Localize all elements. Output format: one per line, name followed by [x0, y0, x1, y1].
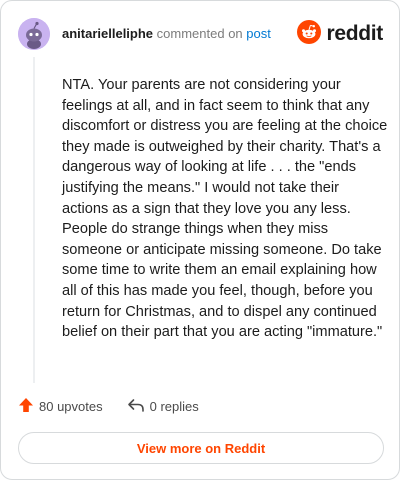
reddit-logo-icon	[297, 19, 322, 49]
comment-header: anitarielleliphe commented on post reddi…	[18, 17, 383, 51]
username-link[interactable]: anitarielleliphe	[62, 26, 153, 41]
thread-line	[33, 57, 35, 383]
comment-actions: 80 upvotes 0 replies	[18, 397, 199, 416]
commented-on-text: commented on	[156, 26, 243, 41]
comment-body: NTA. Your parents are not considering yo…	[62, 77, 388, 341]
reply-button[interactable]: 0 replies	[127, 397, 199, 416]
comment-embed-card: anitarielleliphe commented on post reddi…	[0, 0, 400, 480]
view-more-on-reddit-button[interactable]: View more on Reddit	[18, 432, 384, 464]
comment-meta: anitarielleliphe commented on post	[62, 26, 271, 42]
post-link[interactable]: post	[246, 26, 271, 41]
upvote-count: 80 upvotes	[39, 399, 103, 414]
reddit-brand[interactable]: reddit	[297, 19, 383, 49]
reply-arrow-icon	[127, 397, 145, 416]
upvote-button[interactable]: 80 upvotes	[18, 397, 103, 416]
snoo-avatar-icon[interactable]	[18, 18, 50, 50]
upvote-arrow-icon	[18, 397, 34, 416]
reply-count: 0 replies	[149, 399, 199, 414]
reddit-wordmark: reddit	[326, 22, 383, 45]
